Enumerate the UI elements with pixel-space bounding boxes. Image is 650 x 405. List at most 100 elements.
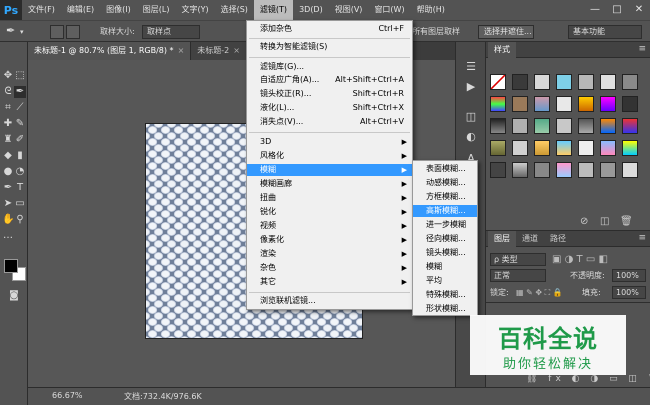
marquee-tool-icon[interactable]: ⬚ bbox=[14, 70, 26, 82]
style-swatch[interactable] bbox=[622, 96, 638, 112]
tab-channels[interactable]: 通道 bbox=[516, 231, 544, 247]
style-swatch[interactable] bbox=[622, 118, 638, 134]
menu-layer[interactable]: 图层(L) bbox=[137, 0, 176, 20]
quick-mask-icon[interactable]: ◙ bbox=[8, 290, 20, 302]
pen-tool-icon[interactable]: ✒ bbox=[2, 182, 14, 194]
panel-menu-icon[interactable]: ≡ bbox=[638, 44, 646, 54]
style-swatch[interactable] bbox=[534, 162, 550, 178]
lasso-tool-icon[interactable]: ᘓ bbox=[2, 86, 14, 98]
history-brush-icon[interactable]: ✐ bbox=[14, 134, 26, 146]
sample-size-select[interactable]: 取样点 bbox=[142, 25, 200, 39]
menu-item-blur-gallery[interactable]: 模糊画廊 ▶ bbox=[247, 178, 412, 190]
close-button[interactable]: ✕ bbox=[628, 0, 650, 20]
style-swatch[interactable] bbox=[600, 140, 616, 156]
menu-item-adaptive-wide-angle[interactable]: 自适应广角(A)... Alt+Shift+Ctrl+A bbox=[247, 74, 412, 86]
menu-item-radial-blur[interactable]: 径向模糊... bbox=[413, 233, 477, 245]
style-swatch[interactable] bbox=[490, 74, 506, 90]
move-tool-icon[interactable]: ✥ bbox=[2, 70, 14, 82]
hand-tool-icon[interactable]: ✋ bbox=[2, 214, 14, 226]
actions-play-icon[interactable]: ▶ bbox=[464, 80, 478, 94]
style-swatch[interactable] bbox=[534, 96, 550, 112]
menu-item-video[interactable]: 视频 ▶ bbox=[247, 220, 412, 232]
style-swatch[interactable] bbox=[622, 74, 638, 90]
menu-item-filter-gallery[interactable]: 滤镜库(G)... bbox=[247, 61, 412, 73]
shape-tool-icon[interactable]: ▭ bbox=[14, 198, 26, 210]
style-swatch[interactable] bbox=[578, 74, 594, 90]
crop-tool-icon[interactable]: ⌗ bbox=[2, 102, 14, 114]
tab-document-1[interactable]: 未标题-1 @ 80.7% (图层 1, RGB/8) * × bbox=[28, 42, 192, 60]
eyedropper-tool-icon[interactable]: ✒ bbox=[14, 86, 26, 98]
menu-item-noise[interactable]: 杂色 ▶ bbox=[247, 262, 412, 274]
menu-item-average[interactable]: 平均 bbox=[413, 275, 477, 287]
healing-tool-icon[interactable]: ✚ bbox=[2, 118, 14, 130]
menu-item-pixelate[interactable]: 像素化 ▶ bbox=[247, 234, 412, 246]
blur-tool-icon[interactable]: ● bbox=[2, 166, 14, 178]
tab-paths[interactable]: 路径 bbox=[544, 231, 572, 247]
lock-icons[interactable]: ▦ ✎ ✥ ⛶ 🔒 bbox=[516, 286, 563, 299]
style-swatch[interactable] bbox=[622, 140, 638, 156]
menu-item-blur-more[interactable]: 进一步模糊 bbox=[413, 219, 477, 231]
path-select-icon[interactable]: ➤ bbox=[2, 198, 14, 210]
tab-styles[interactable]: 样式 bbox=[488, 42, 516, 58]
slice-tool-icon[interactable]: ⟋ bbox=[14, 102, 26, 114]
style-swatch[interactable] bbox=[556, 140, 572, 156]
adjustments-icon[interactable]: ◐ bbox=[464, 130, 478, 144]
menu-item-blur[interactable]: 模糊 ▶ bbox=[247, 164, 412, 176]
more-tools-icon[interactable]: … bbox=[2, 230, 14, 242]
style-swatch[interactable] bbox=[490, 96, 506, 112]
style-swatch[interactable] bbox=[512, 96, 528, 112]
style-swatch[interactable] bbox=[512, 74, 528, 90]
menu-3d[interactable]: 3D(D) bbox=[293, 0, 329, 20]
eyedropper-tool-icon[interactable]: ✒ bbox=[6, 24, 15, 38]
layer-kind-filter[interactable]: ρ 类型 bbox=[490, 253, 546, 266]
menu-item-motion-blur[interactable]: 动感模糊... bbox=[413, 177, 477, 189]
menu-item-sharpen[interactable]: 锐化 ▶ bbox=[247, 206, 412, 218]
tab-document-2[interactable]: 未标题-2 × bbox=[191, 42, 247, 60]
workspace-select[interactable]: 基本功能 bbox=[568, 25, 642, 39]
style-swatch[interactable] bbox=[556, 74, 572, 90]
style-swatch[interactable] bbox=[556, 118, 572, 134]
style-swatch[interactable] bbox=[578, 96, 594, 112]
menu-item-surface-blur[interactable]: 表面模糊... bbox=[413, 163, 477, 175]
menu-item-browse-filters-online[interactable]: 浏览联机滤镜... bbox=[247, 295, 412, 307]
gradient-tool-icon[interactable]: ▮ bbox=[14, 150, 26, 162]
opacity-input[interactable]: 100% bbox=[612, 269, 646, 282]
menu-item-blur[interactable]: 模糊 bbox=[413, 261, 477, 273]
menu-item-gaussian-blur[interactable]: 高斯模糊... bbox=[413, 205, 477, 217]
menu-item-stylize[interactable]: 风格化 ▶ bbox=[247, 150, 412, 162]
menu-window[interactable]: 窗口(W) bbox=[368, 0, 410, 20]
menu-item-render[interactable]: 渲染 ▶ bbox=[247, 248, 412, 260]
menu-item-3d[interactable]: 3D ▶ bbox=[247, 136, 412, 148]
menu-view[interactable]: 视图(V) bbox=[329, 0, 369, 20]
style-swatch[interactable] bbox=[622, 162, 638, 178]
menu-file[interactable]: 文件(F) bbox=[22, 0, 61, 20]
style-swatch[interactable] bbox=[512, 118, 528, 134]
stamp-tool-icon[interactable]: ♜ bbox=[2, 134, 14, 146]
style-swatch[interactable] bbox=[534, 140, 550, 156]
style-swatch[interactable] bbox=[578, 162, 594, 178]
menu-filter[interactable]: 滤镜(T) bbox=[253, 0, 294, 20]
panel-menu-icon[interactable]: ≡ bbox=[638, 233, 646, 243]
style-swatch[interactable] bbox=[490, 118, 506, 134]
close-icon[interactable]: × bbox=[178, 46, 185, 55]
eraser-tool-icon[interactable]: ◆ bbox=[2, 150, 14, 162]
zoom-level[interactable]: 66.67% bbox=[52, 391, 83, 400]
style-swatch[interactable] bbox=[578, 118, 594, 134]
style-swatch[interactable] bbox=[556, 162, 572, 178]
properties-icon[interactable]: ◫ bbox=[464, 110, 478, 124]
menu-item-box-blur[interactable]: 方框模糊... bbox=[413, 191, 477, 203]
menu-select[interactable]: 选择(S) bbox=[215, 0, 254, 20]
style-swatch[interactable] bbox=[600, 162, 616, 178]
menu-item-other[interactable]: 其它 ▶ bbox=[247, 276, 412, 288]
menu-item-liquify[interactable]: 液化(L)... Shift+Ctrl+X bbox=[247, 102, 412, 114]
style-swatch[interactable] bbox=[556, 96, 572, 112]
menu-item-last-filter[interactable]: 添加杂色 Ctrl+F bbox=[247, 23, 412, 35]
fill-input[interactable]: 100% bbox=[612, 286, 646, 299]
menu-item-distort[interactable]: 扭曲 ▶ bbox=[247, 192, 412, 204]
style-swatch[interactable] bbox=[490, 162, 506, 178]
style-swatch[interactable] bbox=[600, 74, 616, 90]
minimize-button[interactable]: — bbox=[584, 0, 606, 20]
menu-image[interactable]: 图像(I) bbox=[100, 0, 137, 20]
new-style-icon[interactable]: ◫ bbox=[600, 216, 609, 227]
history-panel-icon[interactable]: ☰ bbox=[464, 60, 478, 74]
